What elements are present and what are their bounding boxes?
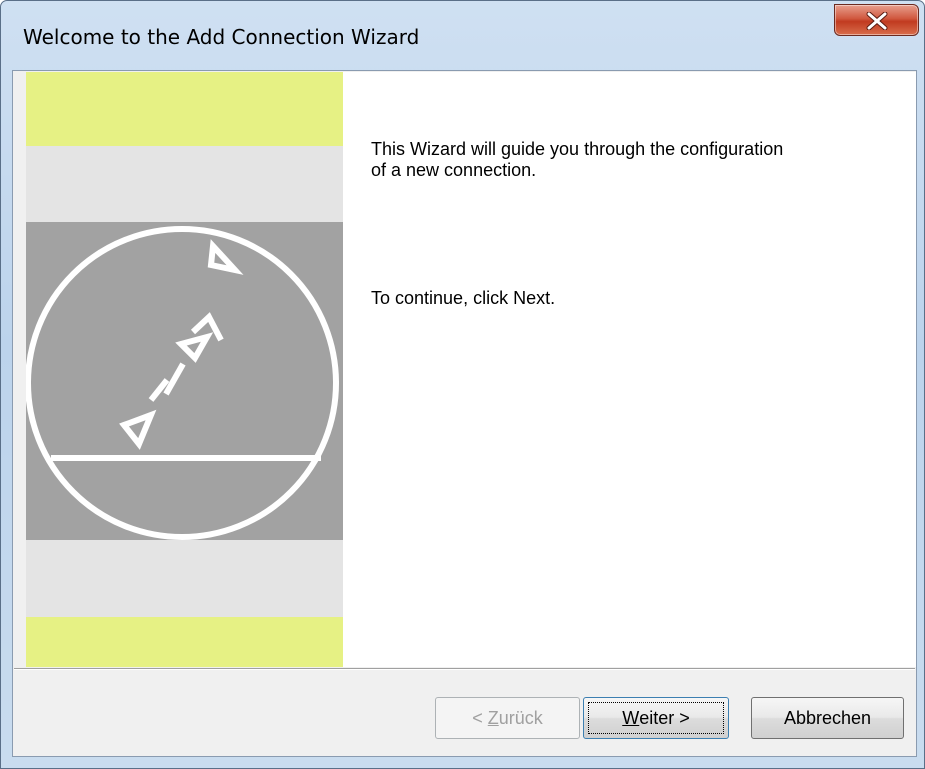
back-button-mnemonic: Z — [487, 707, 499, 728]
cancel-button-label: Abbrechen — [783, 707, 872, 728]
banner-band-yellow-top — [26, 72, 343, 146]
banner-band-light-top — [26, 146, 343, 222]
back-button-label: urück — [498, 707, 543, 728]
wizard-content: This Wizard will guide you through the c… — [343, 72, 916, 667]
banner-band-light-bottom — [26, 540, 343, 617]
wizard-window: Welcome to the Add Connection Wizard Thi… — [0, 0, 925, 769]
intro-text: This Wizard will guide you through the c… — [371, 139, 784, 180]
continue-text: To continue, click Next. — [371, 288, 556, 308]
banner-band-yellow-bottom — [26, 617, 343, 667]
close-icon — [866, 12, 888, 30]
heidenhain-logo-icon — [26, 226, 339, 540]
back-button-prefix: < — [472, 707, 488, 728]
next-button[interactable]: Weiter > — [583, 697, 729, 739]
close-button[interactable] — [834, 4, 919, 36]
back-button[interactable]: < Zurück — [435, 697, 580, 739]
button-separator — [14, 668, 915, 670]
title-bar[interactable]: Welcome to the Add Connection Wizard — [1, 1, 924, 69]
wizard-client-area: This Wizard will guide you through the c… — [12, 70, 917, 757]
wizard-banner — [26, 72, 343, 667]
next-button-focus-rect — [588, 702, 724, 734]
cancel-button[interactable]: Abbrechen — [751, 697, 904, 739]
window-title: Welcome to the Add Connection Wizard — [23, 25, 420, 49]
